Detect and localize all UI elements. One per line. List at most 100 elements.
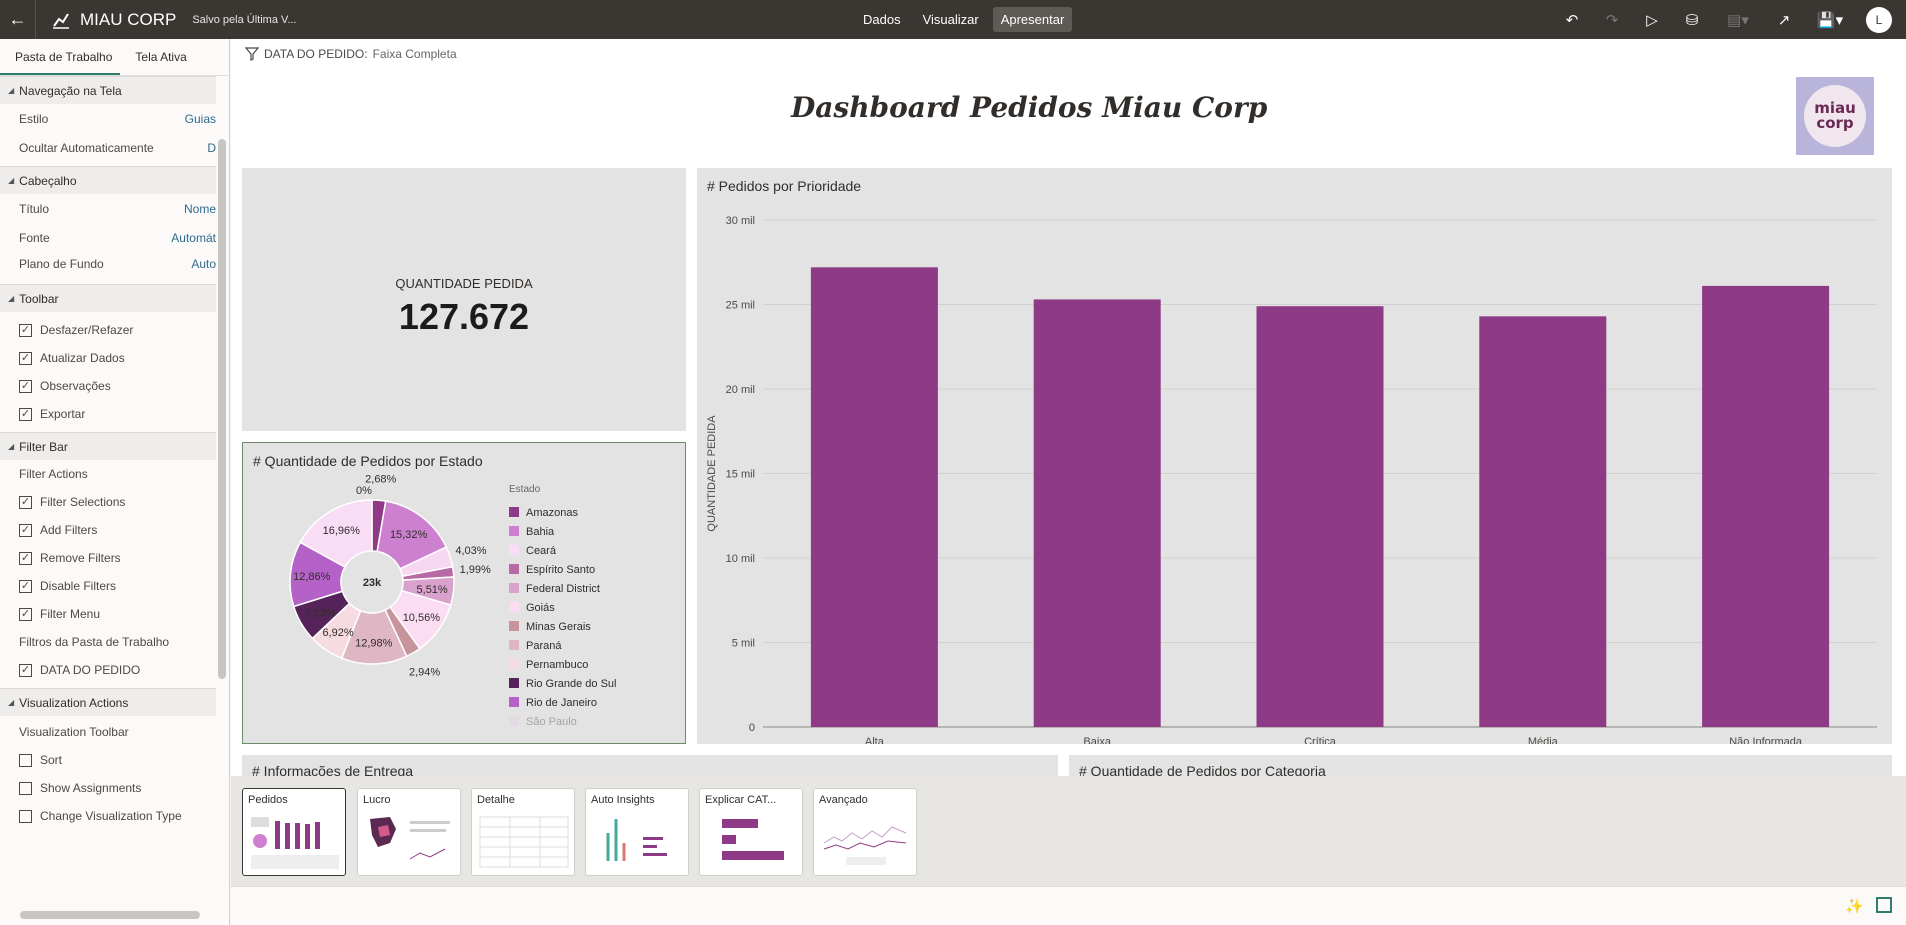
checkbox-show-assignments[interactable]: Show Assignments [0,774,229,802]
save-icon[interactable]: 💾▾ [1814,10,1846,30]
checkbox-refresh-data[interactable]: ✓ Atualizar Dados [0,344,229,372]
panel-toggle-icon[interactable] [1876,897,1892,913]
refresh-data-icon[interactable]: ⛁ [1682,10,1702,30]
magic-wand-icon[interactable]: ✨ [1845,897,1864,915]
checkbox-order-date[interactable]: ✓ DATA DO PEDIDO [0,656,229,684]
legend-label[interactable]: Amazonas [526,507,578,519]
back-arrow-icon[interactable]: ← [0,0,36,39]
checkbox-checked-icon[interactable]: ✓ [19,495,32,509]
checkbox-checked-icon[interactable]: ✓ [19,323,32,337]
legend-label[interactable]: Paraná [526,640,562,652]
page-thumb-pedidos[interactable]: Pedidos [242,788,346,876]
checkbox-checked-icon[interactable]: ✓ [19,523,32,537]
checkbox-checked-icon[interactable]: ✓ [19,351,32,365]
bar[interactable] [1479,316,1607,727]
tab-workbook[interactable]: Pasta de Trabalho [0,39,121,75]
legend-label[interactable]: Ceará [526,545,557,557]
section-filter-bar[interactable]: ◢ Filter Bar [0,432,216,460]
checkbox-checked-icon[interactable]: ✓ [19,607,32,621]
prop-title[interactable]: Título Nome [0,194,216,223]
pie-chart-card[interactable]: # Quantidade de Pedidos por Estado 2,68%… [242,442,686,744]
checkbox-checked-icon[interactable]: ✓ [19,579,32,593]
section-toolbar[interactable]: ◢ Toolbar [0,284,216,312]
comments-icon[interactable]: ▤▾ [1722,10,1754,30]
scroll-thumb[interactable] [218,139,226,679]
dashboard-title: Dashboard Pedidos Miau Corp [791,91,1268,124]
legend-label[interactable]: Rio de Janeiro [526,697,597,709]
page-thumb-lucro[interactable]: Lucro [357,788,461,876]
checkbox-checked-icon[interactable]: ✓ [19,551,32,565]
checkbox-empty-icon[interactable] [19,753,32,767]
category-chart-card[interactable]: # Quantidade de Pedidos por Categoria [1069,755,1892,776]
checkbox-checked-icon[interactable]: ✓ [19,379,32,393]
prop-font[interactable]: Fonte Automát [0,223,216,252]
legend-label[interactable]: Goiás [526,602,555,614]
checkbox-change-vis-type[interactable]: Change Visualization Type [0,802,229,830]
kpi-label: QUANTIDADE PEDIDA [395,276,533,291]
delivery-info-card[interactable]: # Informações de Entrega [242,755,1058,776]
filter-bar[interactable]: DATA DO PEDIDO: Faixa Completa [245,47,457,61]
checkbox-checked-icon[interactable]: ✓ [19,663,32,677]
play-icon[interactable]: ▷ [1642,10,1662,30]
legend-swatch [509,545,519,555]
checkbox-remove-filters[interactable]: ✓ Remove Filters [0,544,229,572]
prop-value[interactable]: D [207,141,216,155]
legend-label[interactable]: Espírito Santo [526,564,595,576]
checkbox-checked-icon[interactable]: ✓ [19,407,32,421]
checkbox-undo-redo[interactable]: ✓ Desfazer/Refazer [0,316,229,344]
collapse-caret-icon: ◢ [8,294,15,303]
tab-active-canvas[interactable]: Tela Ativa [120,39,194,75]
checkbox-notes[interactable]: ✓ Observações [0,372,229,400]
prop-value[interactable]: Guias [185,112,216,126]
redo-icon[interactable]: ↷ [1602,10,1622,30]
checkbox-export[interactable]: ✓ Exportar [0,400,229,428]
bar[interactable] [1702,285,1830,727]
page-thumb-auto-insights[interactable]: Auto Insights [585,788,689,876]
legend-label[interactable]: São Paulo [526,716,577,728]
undo-icon[interactable]: ↶ [1562,10,1582,30]
checkbox-filter-selections[interactable]: ✓ Filter Selections [0,488,229,516]
checkbox-sort[interactable]: Sort [0,746,229,774]
checkbox-empty-icon[interactable] [19,809,32,823]
mode-data-tab[interactable]: Dados [855,7,909,32]
prop-auto-hide[interactable]: Ocultar Automaticamente D [0,133,216,162]
checkbox-empty-icon[interactable] [19,781,32,795]
legend-label[interactable]: Pernambuco [526,659,588,671]
bar[interactable] [810,267,938,727]
bar[interactable] [1033,299,1161,727]
mode-present-tab[interactable]: Apresentar [992,7,1073,32]
prop-value[interactable]: Nome [184,202,216,216]
prop-value[interactable]: Automát [171,231,216,245]
section-canvas-navigation[interactable]: ◢ Navegação na Tela [0,76,216,104]
checkbox-label: Filter Selections [40,495,126,509]
section-header[interactable]: ◢ Cabeçalho [0,166,216,194]
section-visualization-actions[interactable]: ◢ Visualization Actions [0,688,216,716]
page-thumb-advanced[interactable]: Avançado [813,788,917,876]
bar[interactable] [1256,306,1384,727]
legend-label[interactable]: Federal District [526,583,600,595]
filter-value[interactable]: Faixa Completa [373,47,457,61]
page-thumb-detalhe[interactable]: Detalhe [471,788,575,876]
checkbox-filter-menu[interactable]: ✓ Filter Menu [0,600,229,628]
prop-background[interactable]: Plano de Fundo Auto [0,252,216,276]
bar-chart-card[interactable]: # Pedidos por Prioridade 05 mil 10 mil 15 … [697,168,1892,744]
export-icon[interactable]: ↗ [1774,10,1794,30]
checkbox-disable-filters[interactable]: ✓ Disable Filters [0,572,229,600]
prop-value[interactable]: Auto [191,257,216,271]
page-label: Explicar CAT... [705,794,777,806]
legend-label[interactable]: Minas Gerais [526,621,591,633]
panel-vertical-scrollbar[interactable] [216,79,228,925]
prop-style[interactable]: Estilo Guias [0,104,216,133]
pie-chart[interactable]: 2,68% 15,32% 4,03% 1,99% 5,51% 10,56% 2,94% 12,… [243,443,687,745]
page-thumb-explain-cat[interactable]: Explicar CAT... [699,788,803,876]
checkbox-add-filters[interactable]: ✓ Add Filters [0,516,229,544]
filter-field-label[interactable]: DATA DO PEDIDO: [264,47,368,61]
panel-horizontal-scrollbar[interactable] [20,911,200,919]
collapse-caret-icon: ◢ [8,698,15,707]
legend-label[interactable]: Rio Grande do Sul [526,678,617,690]
bar-chart[interactable]: 0 5 mil 10 mil 15 mil 20 mil 25 mil 30 mil Alta… [697,168,1892,744]
user-avatar[interactable]: L [1866,6,1892,33]
kpi-tile[interactable]: QUANTIDADE PEDIDA 127.672 [242,168,686,431]
mode-visualize-tab[interactable]: Visualizar [915,7,987,32]
legend-label[interactable]: Bahia [526,526,555,538]
